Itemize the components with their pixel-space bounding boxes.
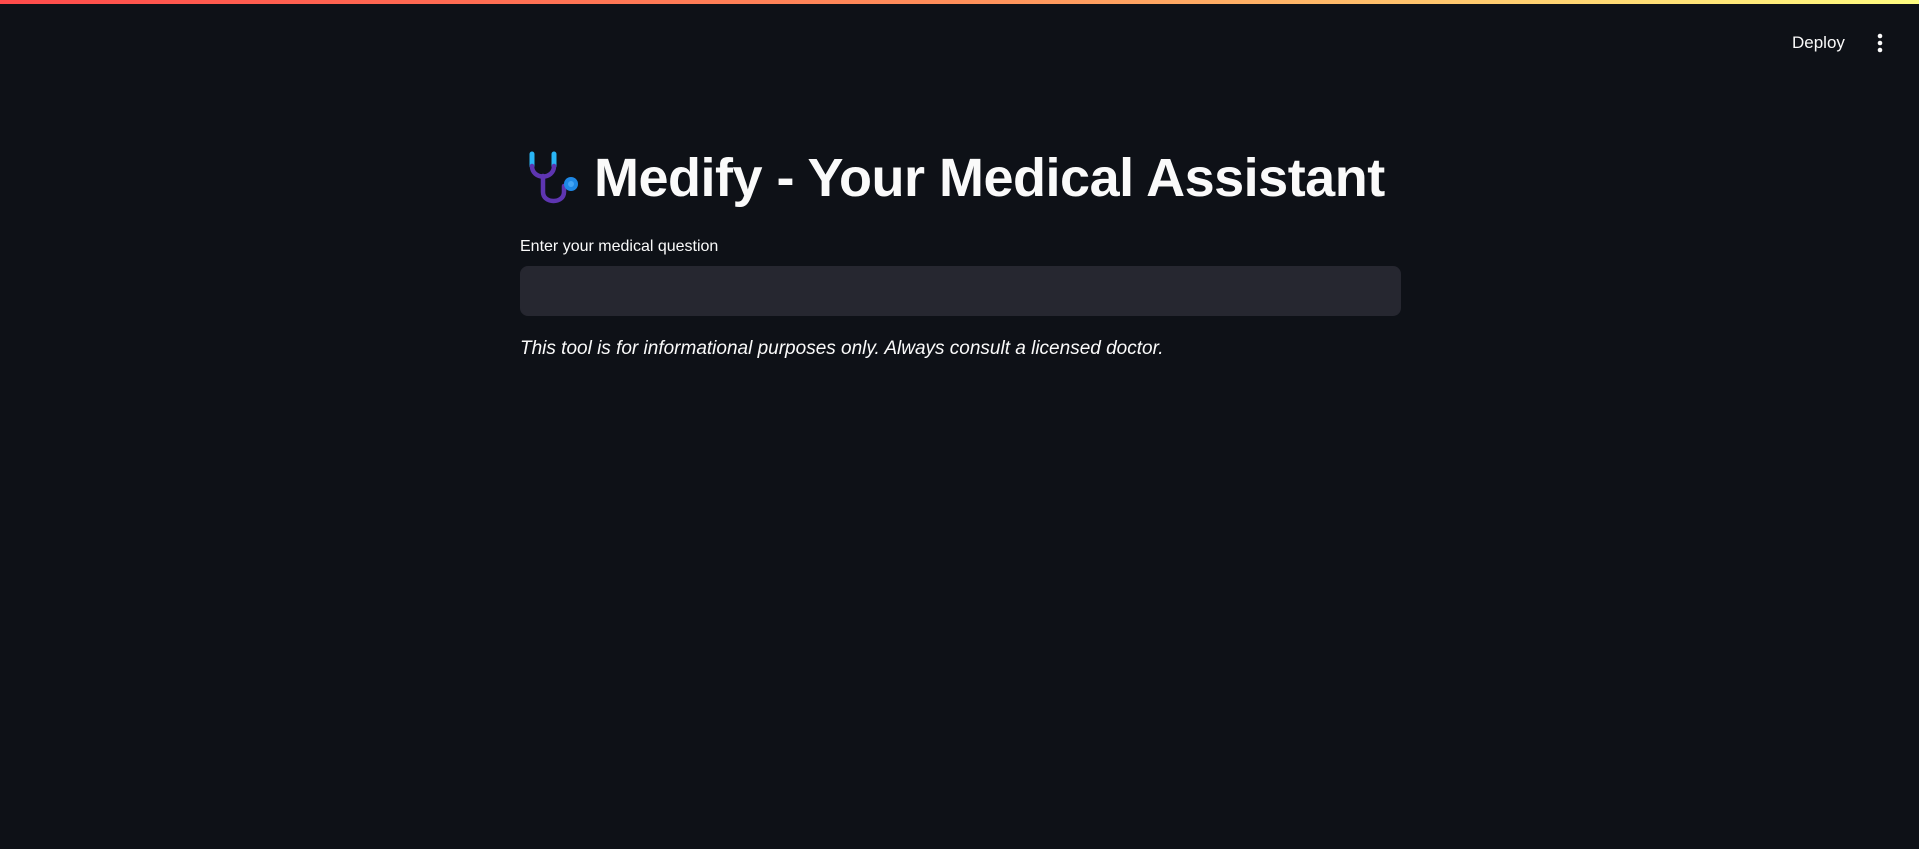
stethoscope-icon bbox=[529, 151, 578, 204]
app-header: Deploy bbox=[0, 4, 1919, 76]
disclaimer-text: This tool is for informational purposes … bbox=[520, 338, 1164, 359]
deploy-button[interactable]: Deploy bbox=[1780, 26, 1857, 60]
vertical-dots-icon bbox=[1877, 33, 1883, 53]
title-row: Medify - Your Medical Assistant bbox=[520, 140, 1401, 216]
main-menu-button[interactable] bbox=[1866, 28, 1894, 58]
page-title: Medify - Your Medical Assistant bbox=[594, 148, 1385, 208]
question-label: Enter your medical question bbox=[520, 238, 719, 255]
main-content: Medify - Your Medical Assistant Enter yo… bbox=[520, 140, 1401, 360]
question-input[interactable] bbox=[520, 266, 1401, 316]
